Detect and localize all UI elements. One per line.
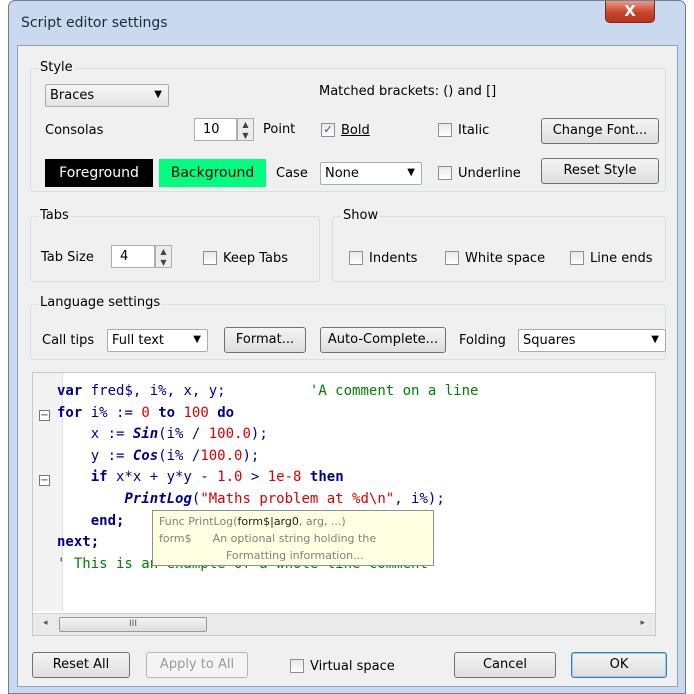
case-select[interactable]: None ▼ — [320, 162, 422, 185]
background-button[interactable]: Background — [159, 159, 266, 187]
code-line: y := Cos(i% /100.0); — [90, 447, 260, 464]
chevron-down-icon: ▼ — [193, 334, 201, 345]
underline-checkbox[interactable] — [438, 166, 452, 180]
code-preview-editor[interactable]: − − var fred$, i%, x, y; 'A comment on a… — [32, 372, 656, 636]
fold-collapse-icon[interactable]: − — [39, 410, 50, 421]
chevron-down-icon: ▼ — [154, 89, 162, 100]
dialog-client-area: Style Braces ▼ Matched brackets: () and … — [17, 45, 678, 687]
spin-down-icon[interactable]: ▼ — [156, 257, 171, 268]
line-ends-label: Line ends — [590, 251, 653, 266]
point-size-spinner[interactable]: ▲ ▼ — [237, 118, 254, 141]
style-select-value: Braces — [50, 88, 95, 103]
spin-down-icon[interactable]: ▼ — [238, 130, 253, 141]
point-size-value: 10 — [203, 122, 220, 137]
dialog-title: Script editor settings — [21, 15, 168, 31]
keep-tabs-checkbox[interactable] — [203, 251, 217, 265]
code-line: var fred$, i%, x, y; 'A comment on a lin… — [57, 383, 479, 399]
italic-label: Italic — [458, 123, 490, 138]
code-line: for i% := 0 to 100 do — [57, 404, 235, 421]
keep-tabs-label: Keep Tabs — [223, 251, 289, 266]
virtual-space-label: Virtual space — [310, 659, 395, 674]
bold-label: Bold — [341, 123, 370, 138]
virtual-space-checkbox[interactable] — [290, 659, 304, 673]
white-space-checkbox[interactable] — [445, 251, 459, 265]
ok-button[interactable]: OK — [571, 652, 667, 678]
fold-collapse-icon[interactable]: − — [39, 475, 50, 486]
spin-up-icon[interactable]: ▲ — [238, 119, 253, 130]
tab-size-spinner[interactable]: ▲ ▼ — [155, 245, 172, 268]
font-name-label: Consolas — [45, 123, 104, 138]
tab-size-label: Tab Size — [41, 250, 94, 265]
folding-value: Squares — [523, 333, 576, 348]
code-line: PrintLog("Maths problem at %d\n", i%); — [124, 490, 445, 507]
dialog-window: Script editor settings X Style Braces ▼ … — [8, 0, 686, 694]
scrollbar-thumb[interactable]: III — [59, 617, 207, 632]
call-tips-select[interactable]: Full text ▼ — [107, 329, 208, 352]
code-line: next; — [57, 534, 100, 551]
close-button[interactable]: X — [605, 1, 655, 23]
call-tip-signature: Func PrintLog(form$|arg0, arg, ...) — [159, 515, 346, 528]
show-group — [332, 216, 666, 282]
indents-label: Indents — [369, 251, 418, 266]
format-button[interactable]: Format... — [224, 327, 306, 353]
chevron-down-icon: ▼ — [407, 167, 415, 178]
call-tip-popup: Func PrintLog(form$|arg0, arg, ...) form… — [152, 510, 434, 566]
call-tip-desc-line: Formatting information... — [226, 549, 364, 562]
point-label: Point — [263, 122, 296, 137]
call-tips-label: Call tips — [42, 333, 95, 348]
language-settings-label: Language settings — [38, 295, 163, 310]
tabs-group-label: Tabs — [38, 208, 71, 223]
indents-checkbox[interactable] — [349, 251, 363, 265]
code-line: x := Sin(i% / 100.0); — [90, 426, 268, 443]
scroll-grip-icon: III — [129, 619, 137, 629]
code-line: end; — [90, 512, 125, 529]
change-font-button[interactable]: Change Font... — [541, 118, 659, 144]
reset-all-button[interactable]: Reset All — [32, 652, 130, 678]
auto-complete-button[interactable]: Auto-Complete... — [320, 327, 446, 353]
white-space-label: White space — [465, 251, 546, 266]
title-bar: Script editor settings X — [9, 1, 685, 45]
call-tips-value: Full text — [112, 333, 165, 348]
tab-size-value: 4 — [120, 249, 129, 264]
underline-label: Underline — [458, 166, 521, 181]
italic-checkbox[interactable] — [438, 123, 452, 137]
scroll-right-icon[interactable]: ▸ — [640, 618, 645, 628]
call-tip-arg-line: form$ An optional string holding the — [159, 532, 377, 545]
apply-to-all-button[interactable]: Apply to All — [146, 652, 248, 678]
point-size-input[interactable]: 10 — [194, 118, 237, 141]
bold-checkbox[interactable]: ✓ — [321, 123, 335, 137]
tabs-group — [30, 216, 320, 282]
cancel-button[interactable]: Cancel — [454, 652, 556, 678]
scroll-left-icon[interactable]: ◂ — [43, 618, 48, 628]
show-group-label: Show — [341, 208, 381, 223]
horizontal-scrollbar[interactable]: ◂ III ▸ — [33, 613, 655, 635]
folding-select[interactable]: Squares ▼ — [518, 329, 666, 352]
code-line: if x*x + y*y - 1.0 > 1e-8 then — [90, 469, 344, 486]
style-select[interactable]: Braces ▼ — [45, 84, 169, 107]
chevron-down-icon: ▼ — [651, 334, 659, 345]
line-ends-checkbox[interactable] — [570, 251, 584, 265]
tab-size-input[interactable]: 4 — [111, 245, 155, 268]
matched-brackets-label: Matched brackets: () and [] — [319, 84, 497, 99]
folding-label: Folding — [459, 333, 506, 348]
foreground-button[interactable]: Foreground — [45, 159, 153, 187]
case-select-value: None — [325, 166, 359, 181]
spin-up-icon[interactable]: ▲ — [156, 246, 171, 257]
reset-style-button[interactable]: Reset Style — [541, 158, 659, 184]
style-group-label: Style — [38, 60, 75, 75]
case-label: Case — [276, 166, 308, 181]
close-icon: X — [624, 2, 636, 20]
